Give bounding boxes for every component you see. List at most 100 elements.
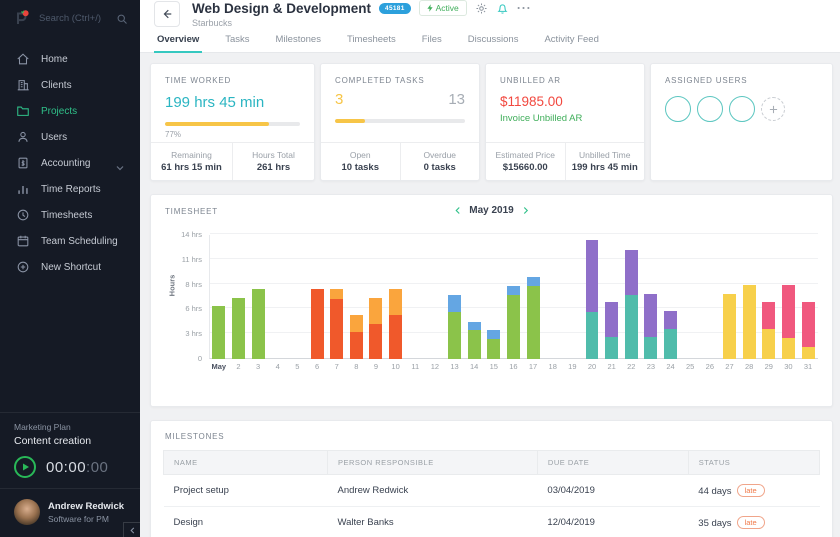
chart-bar-day-16[interactable] [504,286,524,359]
status-badge[interactable]: Active [419,0,467,16]
chart-bar-day-14[interactable] [464,322,484,359]
tab-discussions[interactable]: Discussions [455,28,532,52]
tab-timesheets[interactable]: Timesheets [334,28,409,52]
tab-overview[interactable]: Overview [144,28,212,52]
settings-icon[interactable] [475,2,488,15]
milestones-table: NAME PERSON RESPONSIBLE DUE DATE STATUS … [163,450,820,537]
chart-bar-day-May[interactable] [209,306,229,359]
tasks-total-count: 13 [448,91,465,108]
timer-display: 00:00:00 [46,459,108,476]
chart-bar-day-17[interactable] [523,277,543,359]
sidebar-item-new-shortcut[interactable]: New Shortcut [0,254,140,280]
notifications-icon[interactable] [496,2,509,15]
tab-tasks[interactable]: Tasks [212,28,262,52]
bar-segment-teal [586,312,599,359]
completed-tasks-card: COMPLETED TASKS 3 13 Open 10 tasks Overd… [320,63,480,181]
chart-bar-day-24[interactable] [661,311,681,359]
sidebar-item-projects[interactable]: Projects [0,98,140,124]
timesheet-card: TIMESHEET May 2019 Hours 03 hrs6 [150,194,833,407]
search-input[interactable]: Search (Ctrl+/) [39,13,109,24]
milestone-name-link[interactable]: Project setup [164,475,328,507]
start-timer-button[interactable] [14,456,36,478]
chart-bar-day-3[interactable] [248,289,268,359]
invoice-unbilled-ar-link[interactable]: Invoice Unbilled AR [486,113,644,124]
sidebar-item-timesheets[interactable]: Timesheets [0,202,140,228]
sidebar-item-time-reports[interactable]: Time Reports [0,176,140,202]
chart-bar-day-7[interactable] [327,289,347,359]
paymo-logo[interactable] [12,8,32,28]
gridline [210,233,818,234]
search-icon [116,12,128,24]
table-row: Project setup Andrew Redwick 03/04/2019 … [164,475,820,507]
card-title: TIME WORKED [151,76,314,85]
chevron-left-icon [454,206,460,215]
column-header-status: STATUS [688,451,819,475]
timesheet-plot: May2345678910111213141516171819202122232… [209,235,818,375]
milestone-name-link[interactable]: Design [164,507,328,537]
chart-bar-day-31[interactable] [798,302,818,359]
assigned-user-avatar-2[interactable] [697,96,723,122]
chart-bar-day-29[interactable] [759,302,779,359]
column-header-due-date: DUE DATE [537,451,688,475]
assigned-user-avatar-3[interactable] [729,96,755,122]
chart-bar-day-2[interactable] [229,298,249,359]
x-tick-label: 29 [759,362,779,371]
bar-segment-blue [527,277,540,287]
table-row: Design Walter Banks 12/04/2019 35 daysla… [164,507,820,537]
sidebar-item-users[interactable]: Users [0,124,140,150]
chart-bar-day-15[interactable] [484,330,504,359]
sidebar-item-home[interactable]: Home [0,46,140,72]
bar-segment-purple [586,240,599,312]
x-tick-label: 24 [661,362,681,371]
next-month-button[interactable] [523,206,529,215]
chevron-down-icon [116,159,124,167]
bar-segment-red [330,299,343,359]
chart-bar-day-9[interactable] [366,298,386,359]
add-user-button[interactable] [761,97,785,121]
bar-segment-purple [644,294,657,337]
bar-segment-green [487,339,500,359]
prev-month-button[interactable] [454,206,460,215]
x-tick-label: 7 [327,362,347,371]
bar-segment-red [350,332,363,359]
tab-activity-feed[interactable]: Activity Feed [531,28,611,52]
chart-bar-day-30[interactable] [779,285,799,359]
chart-bar-day-10[interactable] [386,289,406,359]
collapse-sidebar-button[interactable] [123,522,140,537]
sidebar-item-accounting[interactable]: Accounting [0,150,140,176]
assigned-user-avatar-1[interactable] [665,96,691,122]
current-user[interactable]: Andrew Redwick Software for PM [0,488,140,537]
chart-bar-day-22[interactable] [621,250,641,359]
bar-segment-teal [605,337,618,359]
avatar [14,499,40,525]
tasks-done-count: 3 [335,91,343,108]
chart-bar-day-23[interactable] [641,294,661,359]
user-subtitle: Software for PM [48,514,124,524]
sidebar-item-team-scheduling[interactable]: Team Scheduling [0,228,140,254]
tab-bar: Overview Tasks Milestones Timesheets Fil… [140,28,840,53]
chart-bar-day-13[interactable] [445,295,465,359]
card-title: COMPLETED TASKS [321,76,479,85]
tab-milestones[interactable]: Milestones [263,28,334,52]
timer-task: Content creation [14,435,126,447]
chart-bar-day-21[interactable] [602,302,622,359]
more-menu-icon[interactable] [517,6,530,10]
bar-segment-orange [369,298,382,324]
bar-segment-green [468,330,481,359]
y-tick-label: 14 hrs [181,230,202,239]
y-axis: Hours 03 hrs6 hrs8 hrs11 hrs14 hrs [165,235,209,375]
chart-bar-day-8[interactable] [346,315,366,359]
sidebar-item-clients[interactable]: Clients [0,72,140,98]
bar-segment-purple [605,302,618,337]
bar-segment-yellow [762,329,775,359]
chart-bar-day-6[interactable] [307,289,327,359]
bar-segment-teal [625,295,638,359]
chart-bar-day-28[interactable] [739,285,759,359]
overview-content: TIME WORKED 199 hrs 45 min 77% Remaining… [140,53,840,537]
chart-bar-day-20[interactable] [582,240,602,359]
chart-bar-day-27[interactable] [720,294,740,359]
tab-files[interactable]: Files [409,28,455,52]
sidebar-search-bar[interactable]: Search (Ctrl+/) [0,0,140,36]
back-button[interactable] [154,1,180,27]
x-tick-label: 22 [621,362,641,371]
